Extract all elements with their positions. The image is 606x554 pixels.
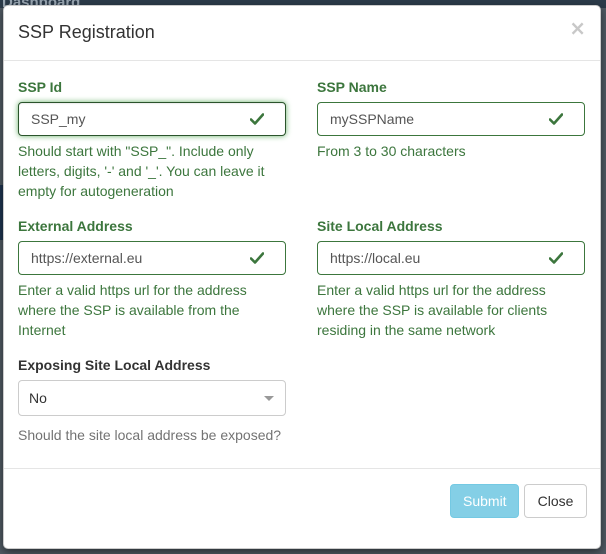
close-button[interactable]: Close bbox=[524, 484, 587, 518]
exposing-label: Exposing Site Local Address bbox=[18, 357, 211, 373]
check-icon bbox=[549, 252, 563, 264]
exposing-site-local-address-group: Exposing Site Local Address No Should th… bbox=[18, 357, 286, 445]
check-icon bbox=[250, 113, 264, 125]
site-local-address-help: Enter a valid https url for the address … bbox=[317, 282, 548, 338]
modal-body: SSP Id Should start with "SSP_". Include… bbox=[4, 61, 600, 469]
exposing-select[interactable]: No bbox=[18, 380, 286, 416]
exposing-help: Should the site local address be exposed… bbox=[18, 427, 282, 443]
ssp-id-help: Should start with "SSP_". Include only l… bbox=[18, 143, 265, 199]
ssp-name-label: SSP Name bbox=[317, 79, 387, 95]
check-icon bbox=[549, 113, 563, 125]
submit-button[interactable]: Submit bbox=[450, 484, 519, 518]
ssp-name-input[interactable] bbox=[317, 102, 585, 136]
modal-footer: Submit Close bbox=[4, 468, 600, 548]
ssp-id-group: SSP Id Should start with "SSP_". Include… bbox=[18, 79, 286, 201]
external-address-help: Enter a valid https url for the address … bbox=[18, 282, 247, 338]
site-local-address-group: Site Local Address Enter a valid https u… bbox=[317, 218, 585, 340]
external-address-label: External Address bbox=[18, 218, 133, 234]
ssp-id-input[interactable] bbox=[18, 102, 286, 136]
check-icon bbox=[250, 252, 264, 264]
external-address-group: External Address Enter a valid https url… bbox=[18, 218, 286, 340]
site-local-address-label: Site Local Address bbox=[317, 218, 443, 234]
caret-down-icon bbox=[264, 396, 274, 401]
close-icon[interactable]: × bbox=[569, 18, 586, 38]
modal-title: SSP Registration bbox=[18, 22, 155, 42]
modal-header: SSP Registration × bbox=[4, 6, 600, 61]
exposing-selected-value: No bbox=[29, 390, 47, 406]
external-address-input[interactable] bbox=[18, 241, 286, 275]
ssp-name-help: From 3 to 30 characters bbox=[317, 143, 466, 159]
ssp-registration-modal: SSP Registration × SSP Id Should start w… bbox=[3, 5, 601, 549]
ssp-name-group: SSP Name From 3 to 30 characters bbox=[317, 79, 585, 161]
ssp-id-label: SSP Id bbox=[18, 79, 63, 95]
site-local-address-input[interactable] bbox=[317, 241, 585, 275]
